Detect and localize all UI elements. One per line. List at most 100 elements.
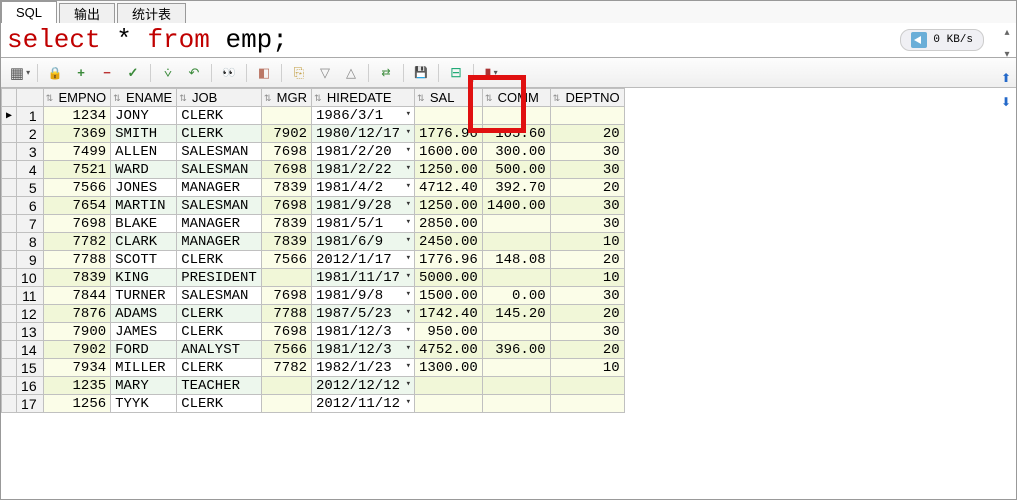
scroll-up-icon[interactable]: ▴ bbox=[1001, 27, 1013, 39]
cell-deptno[interactable]: 30 bbox=[550, 161, 624, 179]
cell-empno[interactable]: 7521 bbox=[43, 161, 111, 179]
cell-comm[interactable]: 145.20 bbox=[482, 305, 550, 323]
cell-deptno[interactable] bbox=[550, 107, 624, 125]
table-row[interactable]: 127876ADAMSCLERK77881987/5/231742.40145.… bbox=[2, 305, 625, 323]
cell-deptno[interactable]: 20 bbox=[550, 341, 624, 359]
cell-ename[interactable]: TURNER bbox=[111, 287, 177, 305]
add-row-button[interactable] bbox=[70, 63, 92, 83]
cell-job[interactable]: MANAGER bbox=[177, 179, 262, 197]
cell-deptno[interactable]: 20 bbox=[550, 251, 624, 269]
table-row[interactable]: ▶11234JONYCLERK1986/3/1 bbox=[2, 107, 625, 125]
cell-mgr[interactable]: 7698 bbox=[261, 161, 311, 179]
cell-empno[interactable]: 1234 bbox=[43, 107, 111, 125]
fetch-next-button[interactable] bbox=[314, 63, 336, 83]
cell-deptno[interactable]: 30 bbox=[550, 197, 624, 215]
cell-ename[interactable]: KING bbox=[111, 269, 177, 287]
cell-empno[interactable]: 7839 bbox=[43, 269, 111, 287]
cell-sal[interactable]: 5000.00 bbox=[415, 269, 483, 287]
cell-ename[interactable]: FORD bbox=[111, 341, 177, 359]
cell-sal[interactable]: 2850.00 bbox=[415, 215, 483, 233]
cell-deptno[interactable]: 10 bbox=[550, 359, 624, 377]
cell-job[interactable]: SALESMAN bbox=[177, 197, 262, 215]
cell-hiredate[interactable]: 1980/12/17 bbox=[312, 125, 415, 143]
cell-comm[interactable] bbox=[482, 107, 550, 125]
link-button[interactable] bbox=[375, 63, 397, 83]
cell-sal[interactable]: 1600.00 bbox=[415, 143, 483, 161]
cell-mgr[interactable]: 7839 bbox=[261, 179, 311, 197]
cell-empno[interactable]: 7876 bbox=[43, 305, 111, 323]
cell-mgr[interactable] bbox=[261, 377, 311, 395]
cell-comm[interactable]: 0.00 bbox=[482, 287, 550, 305]
cell-ename[interactable]: BLAKE bbox=[111, 215, 177, 233]
table-row[interactable]: 161235MARYTEACHER2012/12/12 bbox=[2, 377, 625, 395]
sql-scrollbar[interactable]: ▴ ▾ ⬆ ⬇ bbox=[1001, 27, 1013, 109]
cell-deptno[interactable]: 20 bbox=[550, 125, 624, 143]
cell-job[interactable]: MANAGER bbox=[177, 233, 262, 251]
cell-comm[interactable] bbox=[482, 215, 550, 233]
cell-empno[interactable]: 7900 bbox=[43, 323, 111, 341]
cell-sal[interactable]: 1776.96 bbox=[415, 125, 483, 143]
column-header-job[interactable]: ⇅ JOB bbox=[177, 89, 262, 107]
delete-row-button[interactable] bbox=[96, 63, 118, 83]
cell-ename[interactable]: ADAMS bbox=[111, 305, 177, 323]
table-row[interactable]: 27369SMITHCLERK79021980/12/171776.96105.… bbox=[2, 125, 625, 143]
column-header-mgr[interactable]: ⇅ MGR bbox=[261, 89, 311, 107]
cell-mgr[interactable]: 7902 bbox=[261, 125, 311, 143]
cell-comm[interactable] bbox=[482, 395, 550, 413]
rollback-button[interactable] bbox=[183, 63, 205, 83]
cell-comm[interactable]: 500.00 bbox=[482, 161, 550, 179]
cell-mgr[interactable]: 7698 bbox=[261, 323, 311, 341]
cell-sal[interactable] bbox=[415, 377, 483, 395]
cell-ename[interactable]: CLARK bbox=[111, 233, 177, 251]
table-row[interactable]: 107839KINGPRESIDENT1981/11/175000.0010 bbox=[2, 269, 625, 287]
column-header-empno[interactable]: ⇅ EMPNO bbox=[43, 89, 111, 107]
cell-sal[interactable]: 1776.96 bbox=[415, 251, 483, 269]
cell-job[interactable]: CLERK bbox=[177, 125, 262, 143]
cell-comm[interactable] bbox=[482, 233, 550, 251]
cell-sal[interactable]: 4712.40 bbox=[415, 179, 483, 197]
cell-job[interactable]: CLERK bbox=[177, 359, 262, 377]
cell-job[interactable]: CLERK bbox=[177, 107, 262, 125]
cell-hiredate[interactable]: 1981/5/1 bbox=[312, 215, 415, 233]
cell-job[interactable]: PRESIDENT bbox=[177, 269, 262, 287]
cell-ename[interactable]: MARTIN bbox=[111, 197, 177, 215]
grid-view-button[interactable] bbox=[9, 63, 31, 83]
cell-deptno[interactable]: 30 bbox=[550, 323, 624, 341]
cell-empno[interactable]: 1256 bbox=[43, 395, 111, 413]
cell-hiredate[interactable]: 1981/2/22 bbox=[312, 161, 415, 179]
tab-统计表[interactable]: 统计表 bbox=[117, 3, 186, 23]
cell-deptno[interactable]: 30 bbox=[550, 215, 624, 233]
cell-comm[interactable]: 392.70 bbox=[482, 179, 550, 197]
cell-comm[interactable]: 105.60 bbox=[482, 125, 550, 143]
cell-hiredate[interactable]: 1981/11/17 bbox=[312, 269, 415, 287]
sql-editor[interactable]: select * from emp; 0 KB/s bbox=[1, 23, 1016, 58]
commit-button[interactable] bbox=[122, 63, 144, 83]
post-edit-button[interactable] bbox=[157, 63, 179, 83]
cell-mgr[interactable]: 7698 bbox=[261, 287, 311, 305]
results-grid[interactable]: ⇅ EMPNO⇅ ENAME⇅ JOB⇅ MGR⇅ HIREDATE⇅ SAL⇅… bbox=[1, 88, 1016, 499]
table-row[interactable]: 97788SCOTTCLERK75662012/1/171776.96148.0… bbox=[2, 251, 625, 269]
cell-empno[interactable]: 7782 bbox=[43, 233, 111, 251]
cell-hiredate[interactable]: 2012/12/12 bbox=[312, 377, 415, 395]
cell-sal[interactable]: 950.00 bbox=[415, 323, 483, 341]
cell-ename[interactable]: MILLER bbox=[111, 359, 177, 377]
cell-empno[interactable]: 7844 bbox=[43, 287, 111, 305]
cell-hiredate[interactable]: 1981/9/8 bbox=[312, 287, 415, 305]
cell-deptno[interactable]: 30 bbox=[550, 143, 624, 161]
table-row[interactable]: 77698BLAKEMANAGER78391981/5/12850.0030 bbox=[2, 215, 625, 233]
cell-hiredate[interactable]: 1986/3/1 bbox=[312, 107, 415, 125]
cell-hiredate[interactable]: 1981/12/3 bbox=[312, 323, 415, 341]
table-row[interactable]: 87782CLARKMANAGER78391981/6/92450.0010 bbox=[2, 233, 625, 251]
cell-sal[interactable]: 1250.00 bbox=[415, 197, 483, 215]
cell-deptno[interactable]: 10 bbox=[550, 269, 624, 287]
copy-button[interactable] bbox=[288, 63, 310, 83]
cell-empno[interactable]: 7902 bbox=[43, 341, 111, 359]
cell-mgr[interactable]: 7566 bbox=[261, 251, 311, 269]
cell-mgr[interactable]: 7839 bbox=[261, 233, 311, 251]
cell-job[interactable]: MANAGER bbox=[177, 215, 262, 233]
chart-button[interactable] bbox=[480, 63, 502, 83]
cell-sal[interactable] bbox=[415, 107, 483, 125]
cell-hiredate[interactable]: 1981/4/2 bbox=[312, 179, 415, 197]
cell-hiredate[interactable]: 2012/11/12 bbox=[312, 395, 415, 413]
cell-comm[interactable]: 148.08 bbox=[482, 251, 550, 269]
